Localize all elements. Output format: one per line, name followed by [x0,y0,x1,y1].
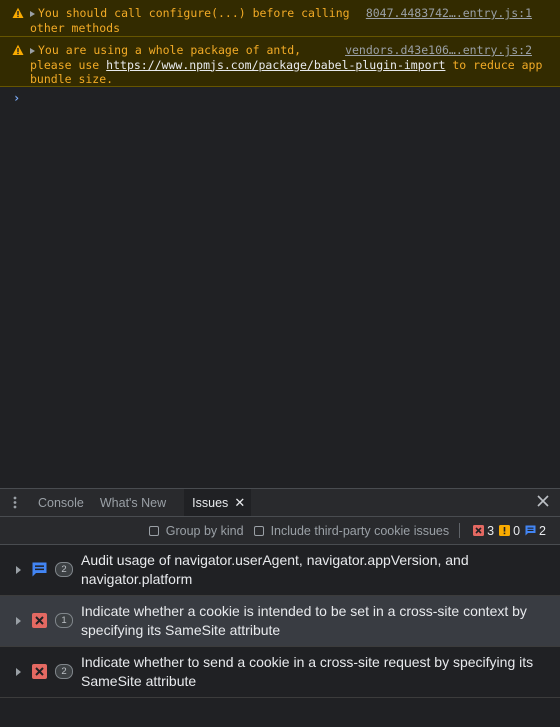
console-message-warning[interactable]: 8047.4483742….entry.js:1 You should call… [0,0,560,37]
console-message-warning[interactable]: vendors.d43e106….entry.js:2 You are usin… [0,37,560,87]
warning-count-value: 0 [513,523,521,538]
issue-title: Indicate whether to send a cookie in a c… [81,654,534,689]
message-source-link[interactable]: vendors.d43e106….entry.js:2 [345,43,532,58]
group-by-kind-checkbox[interactable]: Group by kind [148,523,244,538]
error-count-value: 3 [487,523,495,538]
tab-label: Issues [192,495,229,510]
expand-arrow-icon[interactable] [16,668,21,676]
message-source-link[interactable]: 8047.4483742….entry.js:1 [366,6,532,21]
checkbox-label: Group by kind [165,523,244,538]
tab-label: Console [38,495,84,510]
kebab-menu-icon [13,496,17,509]
issue-title: Audit usage of navigator.userAgent, navi… [81,552,469,587]
checkbox-box[interactable] [253,525,264,536]
warning-icon [12,7,24,18]
info-count: 2 [525,524,546,538]
tab-close-icon[interactable]: ✕ [234,495,245,511]
close-drawer-icon[interactable] [536,494,550,508]
tab-whats-new[interactable]: What's New [92,489,174,516]
error-icon [32,613,47,628]
expand-arrow-icon[interactable] [16,617,21,625]
issue-row[interactable]: 2 Indicate whether to send a cookie in a… [0,647,560,698]
drawer-panel: Console What's New Issues ✕ Group by kin… [0,488,560,727]
issues-toolbar: Group by kind Include third-party cookie… [0,517,560,545]
include-third-party-checkbox[interactable]: Include third-party cookie issues [253,523,450,538]
issue-count-badge: 1 [55,613,73,628]
npm-link[interactable]: https://www.npmjs.com/package/babel-plug… [106,58,445,72]
info-message-icon [525,525,536,536]
issue-title: Indicate whether a cookie is intended to… [81,603,527,638]
console-panel: 8047.4483742….entry.js:1 You should call… [0,0,560,488]
expand-triangle-icon[interactable] [30,11,35,17]
error-count: 3 [473,524,494,538]
info-count-value: 2 [539,523,546,538]
tab-issues[interactable]: Issues ✕ [184,489,252,516]
issue-count-badge: 2 [55,562,73,577]
issue-row[interactable]: 2 Audit usage of navigator.userAgent, na… [0,545,560,596]
toolbar-divider [459,523,461,538]
issue-count-badge: 2 [55,664,73,679]
warning-badge-icon [499,525,511,536]
checkbox-box[interactable] [148,525,159,536]
message-text: You should call configure(...) before ca… [30,6,350,35]
warning-count: 0 [499,524,520,538]
error-icon [473,525,485,536]
info-message-icon [32,562,47,577]
checkbox-label: Include third-party cookie issues [270,523,450,538]
warning-icon [12,44,24,55]
error-icon [32,664,47,679]
tab-console[interactable]: Console [30,489,92,516]
console-prompt[interactable]: › [13,91,20,105]
issue-row[interactable]: 1 Indicate whether a cookie is intended … [0,596,560,647]
tab-label: What's New [99,495,167,510]
expand-arrow-icon[interactable] [16,566,21,574]
expand-triangle-icon[interactable] [30,48,35,54]
more-tools-button[interactable] [0,489,30,516]
drawer-tabbar: Console What's New Issues ✕ [0,488,560,517]
